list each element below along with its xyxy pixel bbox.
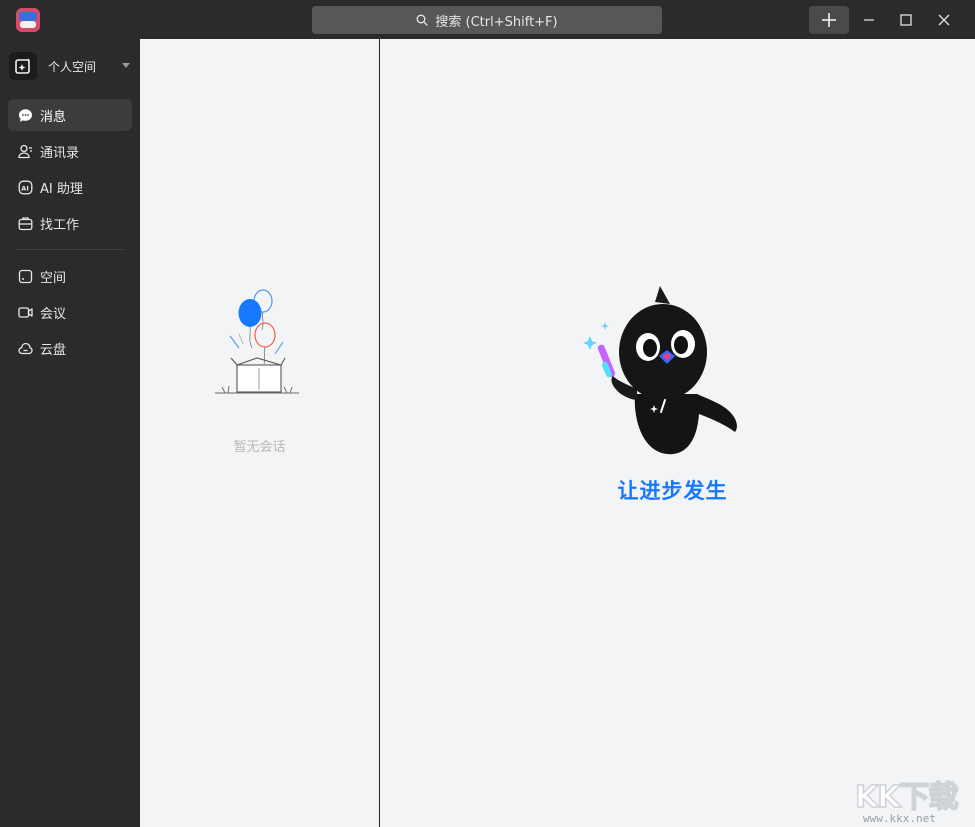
sidebar-item-space[interactable]: 空间 xyxy=(8,260,132,292)
briefcase-icon xyxy=(17,215,33,231)
contacts-icon xyxy=(17,143,33,159)
space-switcher[interactable]: 个人空间 xyxy=(9,52,134,80)
message-icon xyxy=(17,107,33,123)
global-search-box[interactable]: 搜索 (Ctrl+Shift+F) xyxy=(312,6,662,34)
sidebar: 个人空间 消息 通讯录 AI AI 助理 找工作 空间 会议 云盘 xyxy=(0,39,140,827)
minimize-icon xyxy=(864,19,874,21)
svg-text:AI: AI xyxy=(21,184,28,192)
mascot-illustration xyxy=(575,284,745,468)
sidebar-item-meetings[interactable]: 会议 xyxy=(8,296,132,328)
caret-down-icon xyxy=(122,63,130,68)
watermark-url: www.kkx.net xyxy=(863,812,936,825)
video-icon xyxy=(17,304,33,320)
sidebar-item-contacts[interactable]: 通讯录 xyxy=(8,135,132,167)
app-logo xyxy=(16,8,40,32)
close-icon xyxy=(938,14,950,26)
sidebar-item-jobs[interactable]: 找工作 xyxy=(8,207,132,239)
create-button[interactable] xyxy=(809,6,849,34)
sidebar-item-label: 会议 xyxy=(40,306,67,322)
close-button[interactable] xyxy=(930,6,958,34)
sidebar-item-label: 找工作 xyxy=(40,217,80,233)
search-icon xyxy=(416,14,429,26)
empty-gift-box-illustration xyxy=(213,286,305,402)
space-label: 个人空间 xyxy=(48,59,97,74)
sidebar-item-label: AI 助理 xyxy=(40,181,83,197)
watermark-logo-text: KK下载 xyxy=(854,779,959,816)
title-bar: 搜索 (Ctrl+Shift+F) xyxy=(0,0,975,39)
space-avatar-icon xyxy=(9,52,37,80)
sidebar-item-label: 通讯录 xyxy=(40,145,80,161)
space-icon xyxy=(17,268,33,284)
empty-session-text: 暂无会话 xyxy=(233,440,286,455)
watermark: KK下载 www.kkx.net xyxy=(854,772,975,827)
minimize-button[interactable] xyxy=(855,6,883,34)
sidebar-item-label: 空间 xyxy=(40,270,67,286)
sidebar-item-label: 云盘 xyxy=(40,342,67,358)
sidebar-divider xyxy=(16,249,124,250)
ai-assistant-icon: AI xyxy=(17,179,33,195)
sidebar-item-label: 消息 xyxy=(40,109,67,125)
cloud-icon xyxy=(17,340,33,356)
search-label: 搜索 (Ctrl+Shift+F) xyxy=(435,14,558,30)
maximize-button[interactable] xyxy=(892,6,920,34)
maximize-icon xyxy=(900,14,912,26)
main-content: 让进步发生 xyxy=(380,39,975,827)
plus-icon xyxy=(822,13,836,27)
session-list-pane: 暂无会话 xyxy=(140,39,379,827)
sidebar-item-cloud-drive[interactable]: 云盘 xyxy=(8,332,132,364)
sidebar-item-messages[interactable]: 消息 xyxy=(8,99,132,131)
sidebar-item-ai-assistant[interactable]: AI AI 助理 xyxy=(8,171,132,203)
slogan-text: 让进步发生 xyxy=(617,479,728,503)
